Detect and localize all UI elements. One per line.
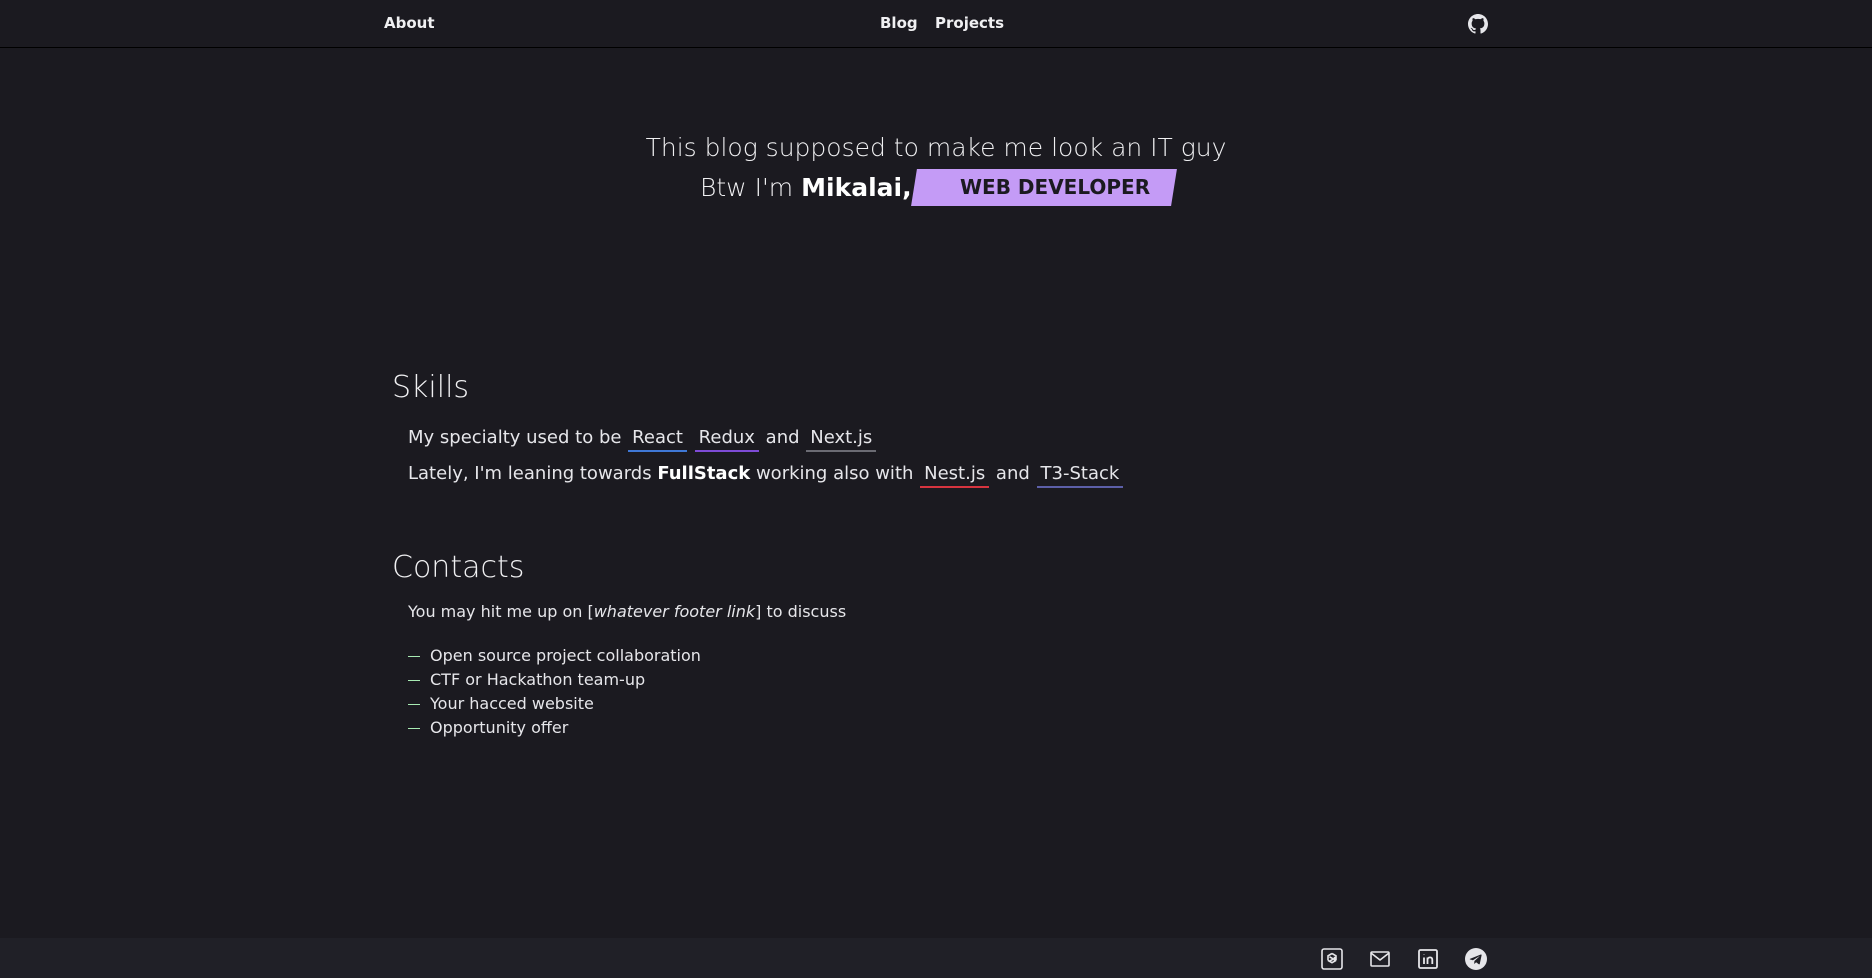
tech-link-react[interactable]: React <box>628 426 687 452</box>
skills-heading: Skills <box>392 370 470 405</box>
dash-icon <box>408 704 420 705</box>
dash-icon <box>408 728 420 729</box>
dash-icon <box>408 656 420 657</box>
tech-link-nextjs[interactable]: Next.js <box>806 426 877 452</box>
hero-intro-prefix: Btw I'm <box>700 173 802 202</box>
contacts-heading: Contacts <box>392 550 525 585</box>
tech-link-t3-stack[interactable]: T3-Stack <box>1036 462 1124 488</box>
skills-line2-and: and <box>990 463 1036 484</box>
list-item: Open source project collaboration <box>408 644 701 668</box>
mail-icon[interactable] <box>1368 947 1392 971</box>
skills-line1-prefix: My specialty used to be <box>408 427 628 448</box>
role-badge: WEB DEVELOPER <box>911 169 1177 206</box>
contacts-list: Open source project collaboration CTF or… <box>408 644 701 740</box>
linkedin-icon[interactable] <box>1416 947 1440 971</box>
top-navbar: About Blog Projects <box>0 0 1872 48</box>
openai-icon[interactable] <box>1320 947 1344 971</box>
nav-about-link[interactable]: About <box>384 14 435 32</box>
nav-blog-link[interactable]: Blog <box>880 14 918 32</box>
contacts-intro: You may hit me up on [whatever footer li… <box>408 602 846 621</box>
telegram-icon[interactable] <box>1464 947 1488 971</box>
hero-section: This blog supposed to make me look an IT… <box>0 128 1872 210</box>
hero-intro-line: Btw I'm Mikalai, the WEB DEVELOPER <box>0 168 1872 210</box>
list-item-label: Open source project collaboration <box>430 646 701 665</box>
skills-current-line: Lately, I'm leaning towards FullStack wo… <box>408 460 1124 488</box>
nav-projects-link[interactable]: Projects <box>935 14 1004 32</box>
list-item-label: CTF or Hackathon team-up <box>430 670 646 689</box>
tech-link-redux[interactable]: Redux <box>694 426 759 452</box>
github-icon[interactable] <box>1466 12 1490 36</box>
list-item: Your hacced website <box>408 692 701 716</box>
contacts-intro-suffix: ] to discuss <box>755 602 847 621</box>
contacts-intro-em: whatever footer link <box>593 602 756 621</box>
skills-fullstack: FullStack <box>657 463 751 484</box>
footer <box>0 938 1872 978</box>
skills-specialty-line: My specialty used to be React Redux and … <box>408 424 877 452</box>
list-item: CTF or Hackathon team-up <box>408 668 701 692</box>
list-item-label: Your hacced website <box>430 694 594 713</box>
role-text: WEB DEVELOPER <box>959 175 1150 199</box>
contacts-intro-prefix: You may hit me up on [ <box>408 602 594 621</box>
skills-line2-prefix: Lately, I'm leaning towards <box>408 463 658 484</box>
skills-line2-middle: working also with <box>750 463 920 484</box>
list-item-label: Opportunity offer <box>430 718 569 737</box>
list-item: Opportunity offer <box>408 716 701 740</box>
dash-icon <box>408 680 420 681</box>
tech-link-nestjs[interactable]: Nest.js <box>920 462 990 488</box>
skills-line1-and: and <box>759 427 806 448</box>
hero-tagline: This blog supposed to make me look an IT… <box>645 133 1227 162</box>
